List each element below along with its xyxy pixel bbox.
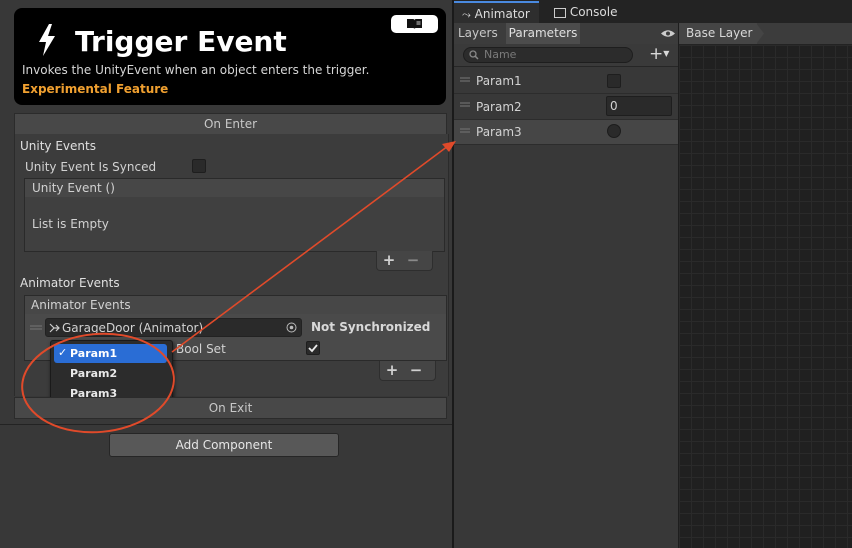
annotation-arrowhead — [442, 141, 456, 152]
annotation-arrow-line — [171, 145, 449, 353]
annotation-circle — [21, 332, 175, 434]
annotation-overlay — [21, 141, 456, 434]
